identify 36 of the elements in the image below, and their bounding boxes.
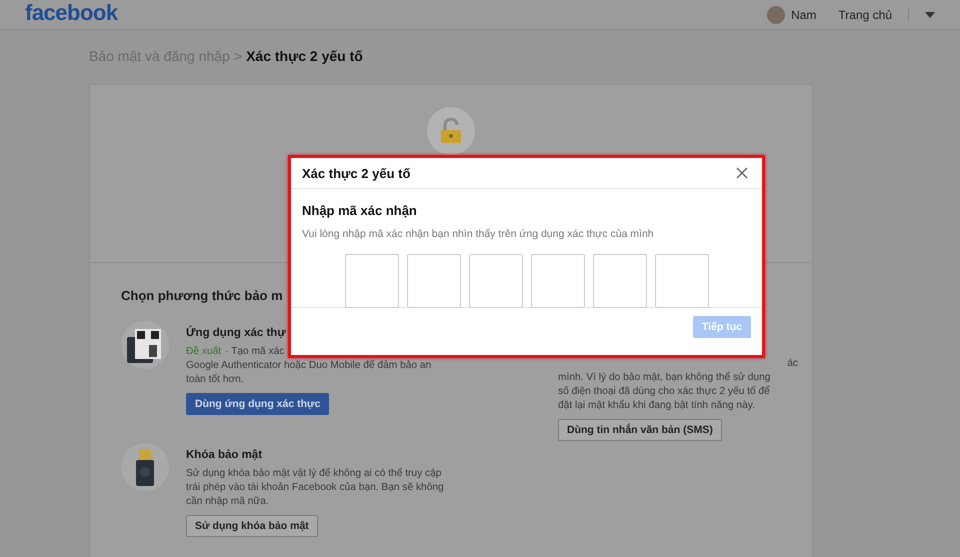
method-description: toàn tốt hơn. <box>186 373 245 387</box>
method-title: Ứng dụng xác thự <box>186 327 287 339</box>
dialog-heading: Nhập mã xác nhận <box>302 203 418 218</box>
method-button[interactable]: Dùng tin nhắn văn bản (SMS) <box>558 419 722 441</box>
method-title: Khóa bảo mật <box>186 449 264 461</box>
method-description: trái phép vào tài khoản Facebook của bạn. Bạn sẽ không <box>186 481 444 495</box>
method-description: mình. Vì lý do bảo mật, bạn không thể sử dụng <box>558 372 770 383</box>
user-name[interactable]: Nam <box>791 8 816 22</box>
code-input-field[interactable] <box>654 254 708 308</box>
section-heading: Chọn phương thức bảo m <box>121 288 284 303</box>
code-input-field[interactable] <box>592 254 646 308</box>
dialog-title: Xác thực 2 yếu tố <box>302 166 410 180</box>
method-description: cần nhập mã nữa. <box>186 495 270 509</box>
close-icon[interactable] <box>734 165 750 181</box>
home-link[interactable]: Trang chủ <box>838 8 892 22</box>
method-description: Sử dụng khóa bảo mật vật lý để không ai có thể truy cập <box>186 467 442 481</box>
padlock-icon <box>427 107 475 155</box>
method-description: · Tạo mã xác <box>225 345 284 359</box>
method-description: đặt lại mật khẩu khi đang bật tính năng này. <box>558 400 755 411</box>
code-input-field[interactable] <box>344 254 398 308</box>
caret-icon[interactable] <box>925 12 935 18</box>
method-description: số điện thoại đã dùng cho xác thực 2 yếu tố để <box>558 386 770 397</box>
breadcrumb-separator: > <box>234 48 242 64</box>
method-button[interactable]: Dùng ứng dụng xác thực <box>186 393 330 415</box>
avatar[interactable] <box>767 6 786 24</box>
breadcrumb-current: Xác thực 2 yếu tố <box>246 48 363 64</box>
code-input-field[interactable] <box>530 254 584 308</box>
method-button[interactable]: Sử dụng khóa bảo mật <box>186 515 318 537</box>
method-description: ác <box>787 358 798 369</box>
dialog-hint: Vui lòng nhập mã xác nhận bạn nhìn thấy trên ứng dụng xác thực của mình <box>302 228 655 240</box>
code-input-field[interactable] <box>406 254 460 308</box>
recommended-label: Đề xuất <box>186 345 222 359</box>
code-input-field[interactable] <box>468 254 522 308</box>
logo[interactable]: facebook <box>25 0 118 26</box>
method-description: Google Authenticator hoặc Duo Mobile để đảm bảo an <box>186 359 432 373</box>
usb-key-icon <box>135 447 155 487</box>
